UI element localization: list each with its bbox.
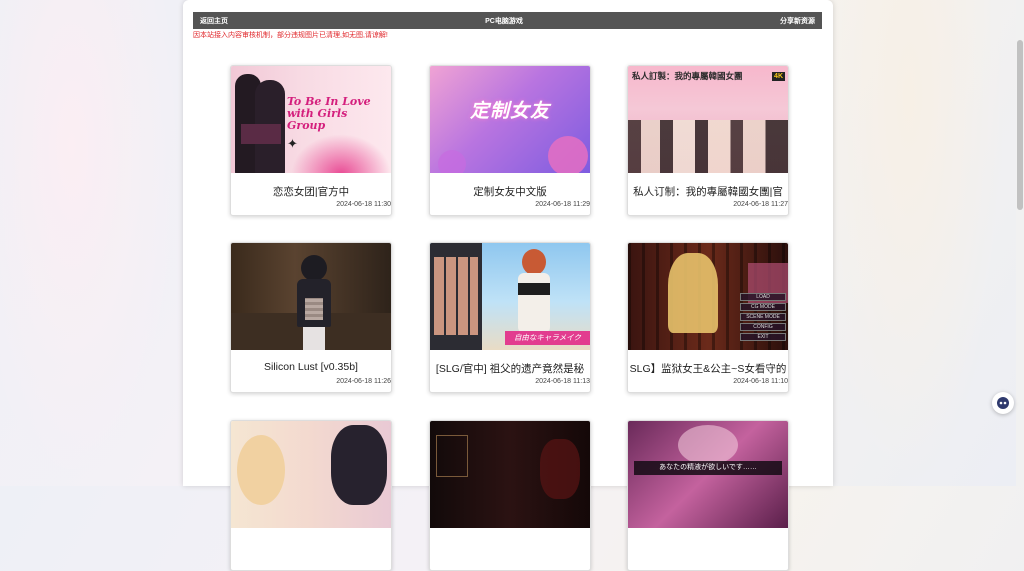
content-notice: 因本站接入内容审核机制，部分违规图片已清理,如无图,请谅解! (193, 32, 388, 39)
scrollbar-thumb[interactable] (1017, 40, 1023, 210)
card-title: 定制女友中文版 (473, 186, 547, 198)
card-date: 2024-06-18 11:27 (733, 201, 788, 208)
game-card[interactable]: あなたの精液が欲しいです…… (627, 420, 789, 571)
game-thumbnail: 私人訂製：我的專屬韓國女團 4K (628, 66, 788, 173)
card-title: [SLG/官中] 祖父的遗产竟然是秘 (435, 363, 585, 375)
chat-assistant-button[interactable] (992, 392, 1014, 414)
robot-icon (997, 397, 1009, 409)
menu-cg-mode: CG MODE (740, 303, 786, 311)
background-decoration (814, 0, 1004, 486)
game-thumbnail (430, 421, 590, 528)
game-card[interactable]: LOAD CG MODE SCENE MODE CONFIG EXIT SLG】… (627, 242, 789, 393)
page-scrollbar[interactable] (1016, 0, 1024, 486)
game-card[interactable] (429, 420, 591, 571)
game-thumbnail: あなたの精液が欲しいです…… (628, 421, 788, 528)
promo-banner: 自由なキャラメイク (505, 331, 590, 345)
game-logo-text: To Be In Love with Girls Group (287, 95, 371, 132)
game-thumbnail: 自由なキャラメイク (430, 243, 590, 350)
game-card[interactable]: Silicon Lust [v0.35b] 2024-06-18 11:26 (230, 242, 392, 393)
menu-config: CONFIG (740, 323, 786, 331)
menu-load: LOAD (740, 293, 786, 301)
resolution-badge: 4K (772, 72, 785, 81)
game-card[interactable]: 定制女友 定制女友中文版 2024-06-18 11:29 (429, 65, 591, 216)
sparkle-icon: ✦ (287, 136, 298, 151)
card-date: 2024-06-18 11:30 (336, 201, 391, 208)
card-title: 私人订制：我的專屬韓國女團|官 (633, 186, 783, 198)
back-home-link[interactable]: 返回主页 (200, 16, 228, 26)
game-thumbnail: LOAD CG MODE SCENE MODE CONFIG EXIT (628, 243, 788, 350)
share-resource-link[interactable]: 分享新资源 (780, 16, 815, 26)
menu-exit: EXIT (740, 333, 786, 341)
game-card[interactable]: 自由なキャラメイク [SLG/官中] 祖父的遗产竟然是秘 2024-06-18 … (429, 242, 591, 393)
background-decoration (0, 0, 180, 486)
card-date: 2024-06-18 11:10 (733, 378, 788, 385)
game-thumbnail (231, 421, 391, 528)
game-logo-text: 定制女友 (469, 101, 550, 122)
card-title: 恋恋女团|官方中 (272, 186, 350, 198)
page-title: PC电脑游戏 (485, 17, 523, 25)
card-date: 2024-06-18 11:13 (535, 378, 590, 385)
top-navigation-bar: 返回主页 PC电脑游戏 分享新资源 (193, 12, 822, 29)
game-card[interactable]: To Be In Love with Girls Group ✦ 恋恋女团|官方… (230, 65, 392, 216)
card-title: SLG】监狱女王&公主~S女看守的 (629, 363, 787, 375)
game-thumbnail: To Be In Love with Girls Group ✦ (231, 66, 391, 173)
card-date: 2024-06-18 11:29 (535, 201, 590, 208)
game-card[interactable]: 私人訂製：我的專屬韓國女團 4K 私人订制：我的專屬韓國女團|官 2024-06… (627, 65, 789, 216)
card-title: Silicon Lust [v0.35b] (264, 361, 358, 373)
game-thumbnail: 定制女友 (430, 66, 590, 173)
game-thumbnail (231, 243, 391, 350)
game-card[interactable] (230, 420, 392, 571)
card-date: 2024-06-18 11:26 (336, 378, 391, 385)
dialogue-box: あなたの精液が欲しいです…… (634, 461, 782, 475)
menu-scene-mode: SCENE MODE (740, 313, 786, 321)
game-logo-text: 私人訂製：我的專屬韓國女團 (632, 71, 743, 81)
